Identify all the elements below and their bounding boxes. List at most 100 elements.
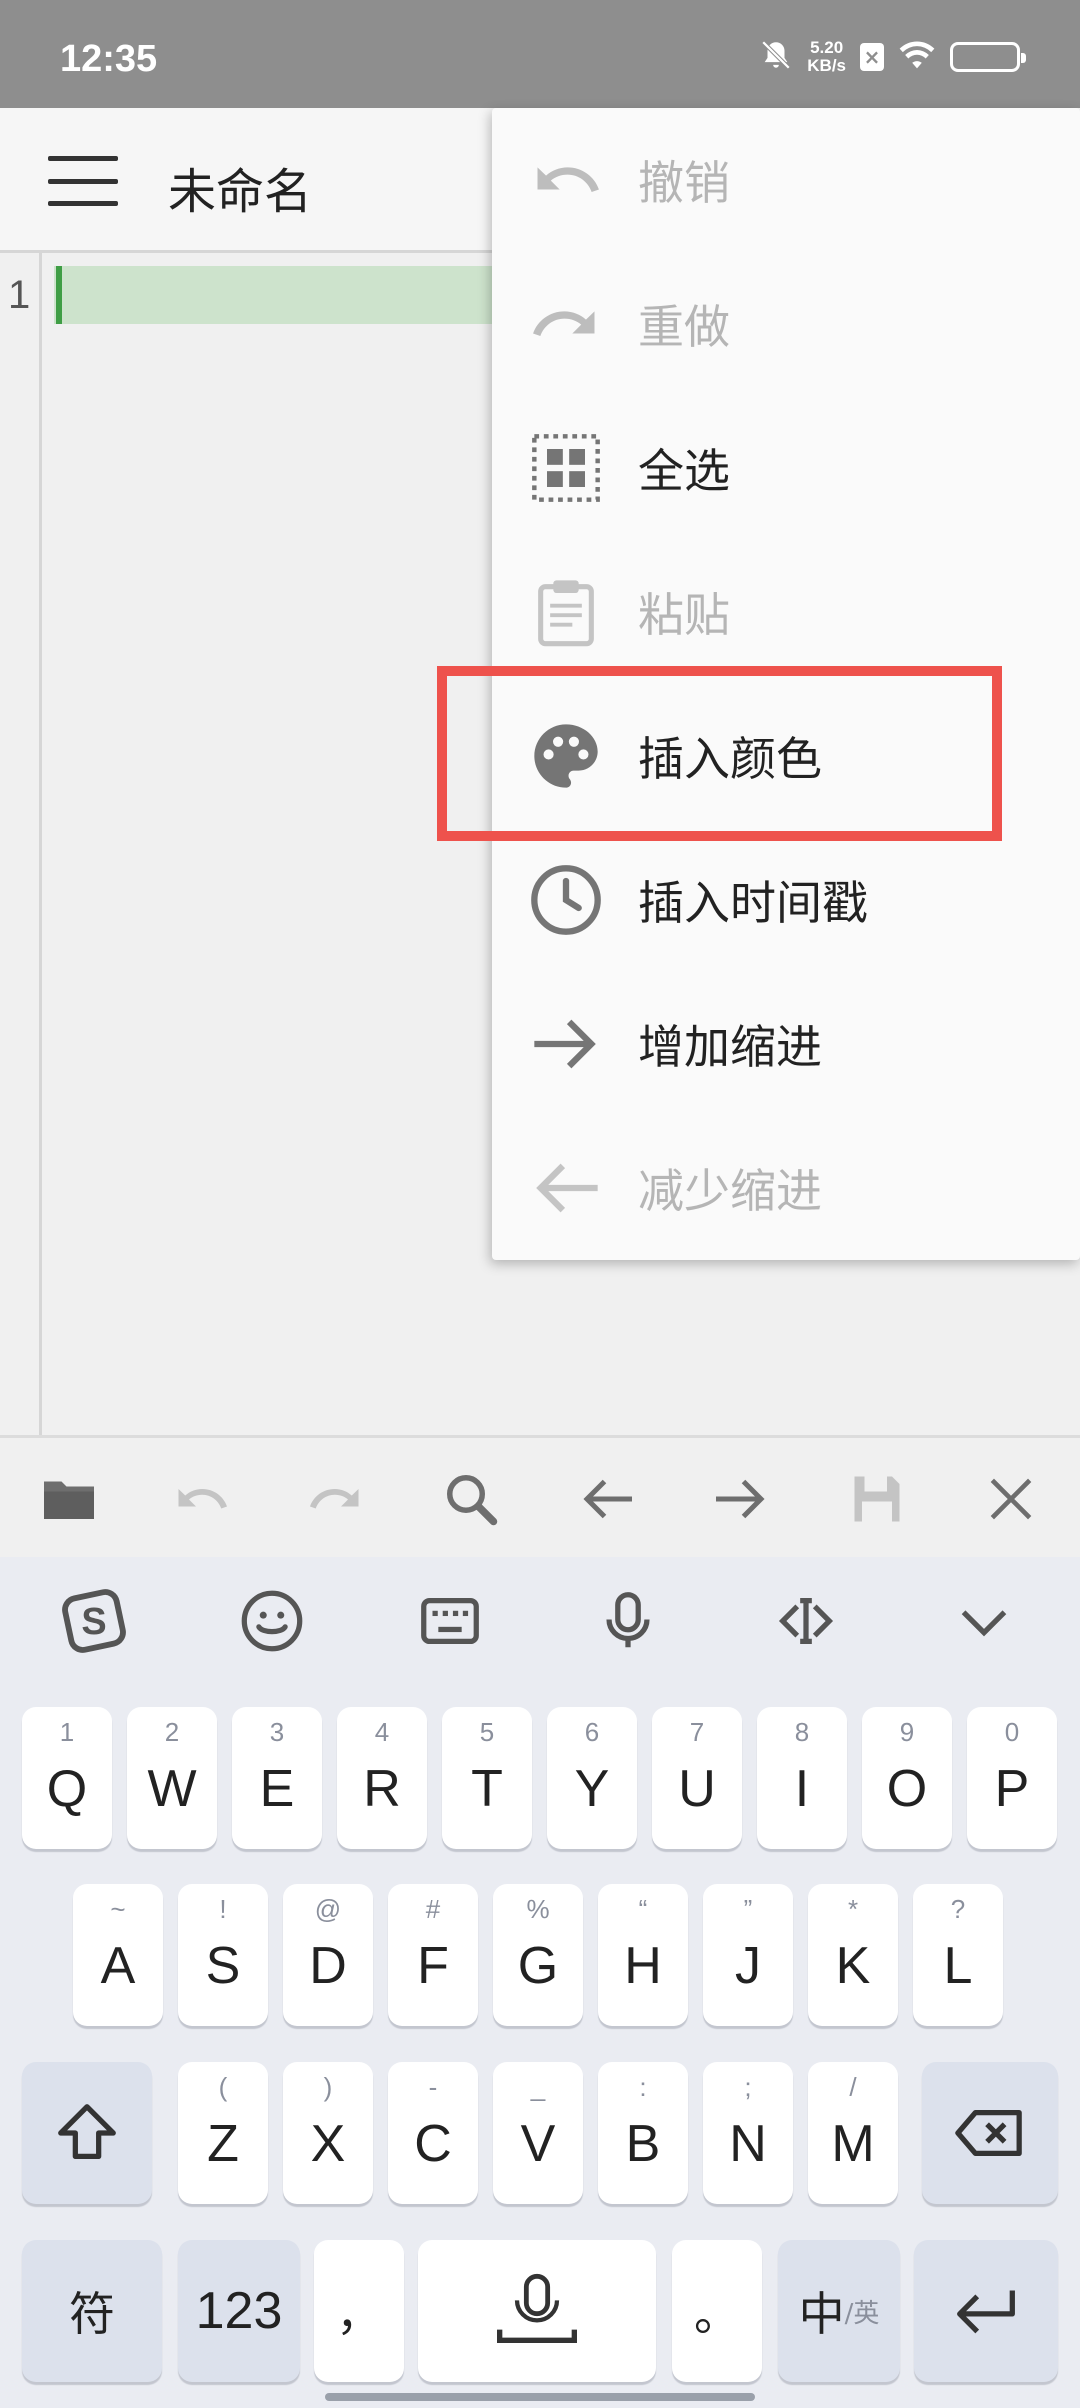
menu-item-paste[interactable]: 粘贴 [492,540,1080,684]
microphone-icon[interactable] [588,1581,668,1661]
status-time: 12:35 [60,38,158,80]
key-l[interactable]: ? L [913,1884,1003,2026]
key-t[interactable]: 5T [442,1707,532,1849]
menu-item-increase-indent[interactable]: 增加缩进 [492,972,1080,1116]
cursor-icon[interactable] [766,1581,846,1661]
menu-item-decrease-indent[interactable]: 减少缩进 [492,1116,1080,1260]
key-d[interactable]: @ D [283,1884,373,2026]
key-u[interactable]: 7U [652,1707,742,1849]
key-sub-label: : [639,2072,647,2102]
redo-icon[interactable] [299,1462,373,1536]
key-main-label: E [259,1760,295,1818]
key-main-label: C [414,2115,452,2173]
key-main-label: R [363,1760,401,1818]
key-sub-label: * [847,1894,859,1924]
space-key[interactable] [418,2240,656,2382]
status-bar: 12:35 5.20 KB/s × [0,0,1080,108]
key-b[interactable]: :B [598,2062,688,2204]
select-all-icon [526,428,606,508]
key-sub-label: “ [638,1894,648,1924]
keyboard-icon[interactable] [410,1581,490,1661]
period-key[interactable]: 。 [672,2240,762,2382]
key-sub-label: ” [743,1894,753,1924]
key-o[interactable]: 9O [862,1707,952,1849]
status-icons: 5.20 KB/s × [759,38,1026,76]
key-j[interactable]: ” J [703,1884,793,2026]
menu-item-redo[interactable]: 重做 [492,252,1080,396]
key-main-label: Z [207,2115,239,2173]
key-m[interactable]: / M [808,2062,898,2204]
key-y[interactable]: 6Y [547,1707,637,1849]
language-switch-key[interactable]: 中/英 [778,2240,900,2382]
key-v[interactable]: _ V [493,2062,583,2204]
hamburger-menu-icon[interactable] [48,156,118,206]
key-main-label: V [520,2115,556,2173]
close-icon[interactable] [974,1462,1048,1536]
period-key-label: 。 [694,2287,740,2341]
key-x[interactable]: ) X [283,2062,373,2204]
menu-item-insert-timestamp[interactable]: 插入时间戳 [492,828,1080,972]
backspace-key[interactable] [922,2062,1058,2204]
menu-item-label: 减少缩进 [638,1164,822,1218]
key-main-label: O [886,1760,928,1818]
key-main-label: T [471,1760,503,1818]
menu-item-insert-color[interactable]: 插入颜色 [492,684,1080,828]
key-sub-label: / [849,2072,857,2102]
key-main-label: U [678,1760,716,1818]
chevron-down-icon[interactable] [944,1581,1024,1661]
battery-icon [950,42,1026,72]
key-main-label: L [943,1937,973,1995]
key-c[interactable]: -C [388,2062,478,2204]
menu-item-select-all[interactable]: 全选 [492,396,1080,540]
search-icon[interactable] [434,1462,508,1536]
palette-icon [526,716,606,796]
arrow-right-icon[interactable] [704,1462,778,1536]
home-indicator[interactable] [325,2393,755,2401]
key-main-label: J [735,1937,761,1995]
key-n[interactable]: ; N [703,2062,793,2204]
key-sub-label: ~ [110,1894,126,1924]
key-f[interactable]: # F [388,1884,478,2026]
menu-item-label: 撤销 [638,156,730,210]
undo-icon[interactable] [164,1462,238,1536]
key-h[interactable]: “H [598,1884,688,2026]
key-main-label: A [100,1937,136,1995]
shift-key[interactable] [22,2062,152,2204]
save-icon[interactable] [840,1462,914,1536]
key-p[interactable]: 0P [967,1707,1057,1849]
key-r[interactable]: 4R [337,1707,427,1849]
soft-keyboard: S 1Q 2W 3E 4R 5T 6Y 7U 8I 9O 0P ~ A ! S @ D… [0,1557,1080,2408]
key-sub-label: ) [323,2072,333,2102]
key-k[interactable]: * K [808,1884,898,2026]
menu-item-label: 插入颜色 [638,732,822,786]
key-w[interactable]: 2W [127,1707,217,1849]
key-sub-label: _ [530,2072,546,2102]
key-main-label: H [624,1937,662,1995]
menu-item-label: 增加缩进 [638,1020,822,1074]
emoji-icon[interactable] [232,1581,312,1661]
arrow-right-icon [526,1004,606,1084]
key-main-label: G [517,1937,559,1995]
svg-text:S: S [81,1601,106,1643]
menu-item-undo[interactable]: 撤销 [492,108,1080,252]
key-z[interactable]: (Z [178,2062,268,2204]
key-i[interactable]: 8I [757,1707,847,1849]
arrow-left-icon [526,1148,606,1228]
folder-icon[interactable] [32,1462,106,1536]
key-e[interactable]: 3E [232,1707,322,1849]
enter-key[interactable] [914,2240,1058,2382]
sogou-logo-icon[interactable]: S [54,1581,134,1661]
menu-item-label: 粘贴 [638,588,730,642]
line-number: 1 [8,273,31,317]
key-s[interactable]: ! S [178,1884,268,2026]
key-main-label: D [309,1937,347,1995]
clock-icon [526,860,606,940]
key-q[interactable]: 1Q [22,1707,112,1849]
symbol-key[interactable]: 符 [22,2240,162,2382]
number-key[interactable]: 123 [178,2240,300,2382]
key-g[interactable]: % G [493,1884,583,2026]
key-a[interactable]: ~ A [73,1884,163,2026]
comma-key[interactable]: ， [314,2240,404,2382]
key-sub-label: @ [314,1894,342,1924]
arrow-left-icon[interactable] [570,1462,644,1536]
